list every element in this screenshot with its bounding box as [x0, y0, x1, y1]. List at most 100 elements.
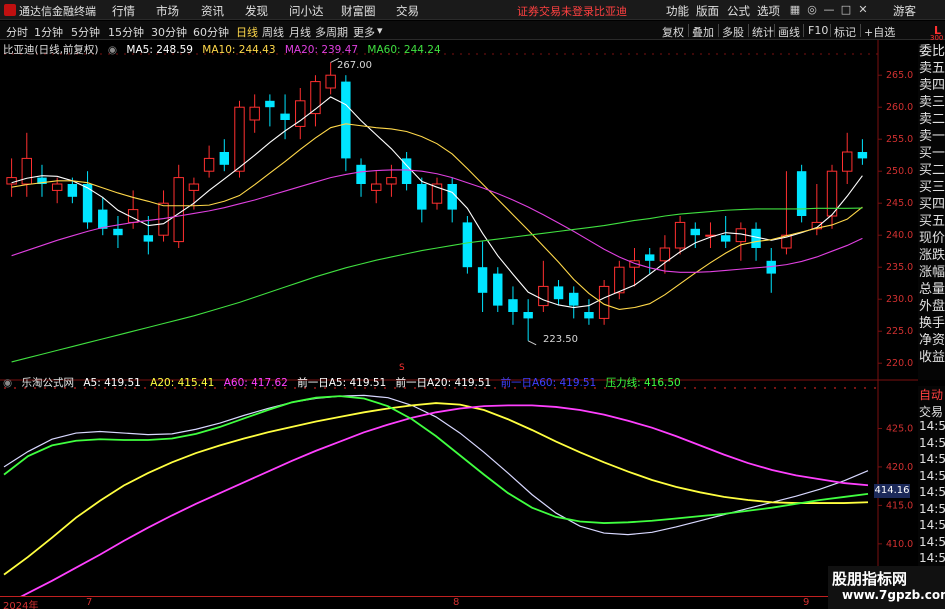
- date-label-aug: 8: [453, 597, 460, 608]
- candle-body: [493, 273, 503, 306]
- ma-line-ma60: [11, 207, 863, 363]
- quote-row-label: 卖五: [919, 61, 945, 76]
- trade-row-label: 14:56: [919, 419, 945, 433]
- period-tab-1min[interactable]: 1分钟: [34, 24, 63, 40]
- candle-body: [325, 74, 336, 89]
- menu-item-zixun[interactable]: 资讯: [201, 3, 224, 19]
- minimize-button[interactable]: —: [822, 3, 836, 17]
- price-tick-label: 265.0: [886, 70, 913, 81]
- menu-item-gongshi[interactable]: 公式: [727, 3, 750, 19]
- period-tab-30min[interactable]: 30分钟: [151, 24, 187, 40]
- watermark: 股朋指标网 www.7gpzb.com: [828, 566, 945, 609]
- menu-item-gongneng[interactable]: 功能: [666, 3, 689, 19]
- price-tick-label: 260.0: [886, 102, 913, 113]
- period-tab-monthly[interactable]: 月线: [289, 24, 311, 40]
- candle-body: [6, 177, 17, 185]
- candle-body: [234, 106, 245, 172]
- menu-item-xuanxiang[interactable]: 选项: [757, 3, 780, 19]
- candle-body: [674, 221, 686, 249]
- toolbar-divider: [803, 24, 804, 37]
- price-axis: 265.0 260.0 255.0 250.0 245.0 240.0 235.0 230.0…: [878, 70, 913, 550]
- maximize-button[interactable]: □: [839, 3, 853, 17]
- period-tab-60min[interactable]: 60分钟: [193, 24, 229, 40]
- date-label-sep: 9: [803, 597, 810, 608]
- indicator-tick-label: 425.0: [886, 423, 913, 434]
- period-tab-5min[interactable]: 5分钟: [71, 24, 100, 40]
- candle-body: [113, 228, 123, 236]
- period-tab-15min[interactable]: 15分钟: [108, 24, 144, 40]
- price-tick-label: 245.0: [886, 198, 913, 209]
- quote-row-label: 净资: [919, 333, 945, 348]
- moving-average-series: [11, 57, 863, 363]
- menu-item-faxian[interactable]: 发现: [245, 3, 268, 19]
- trade-row-label: 14:56: [919, 551, 945, 565]
- candle-body: [538, 285, 549, 307]
- settings-icon[interactable]: ◎: [805, 3, 819, 17]
- close-button[interactable]: ✕: [856, 3, 870, 17]
- visitor-label[interactable]: 游客: [893, 3, 916, 19]
- period-tab-weekly[interactable]: 周线: [262, 24, 284, 40]
- candle-body: [826, 170, 838, 217]
- period-tab-daily[interactable]: 日线: [236, 24, 258, 40]
- candle-body: [143, 235, 154, 242]
- candlestick-series: [6, 62, 868, 341]
- quote-row-label: 卖一: [919, 129, 945, 144]
- trade-row-label: 14:56: [919, 485, 945, 499]
- chart-area[interactable]: 265.0 260.0 255.0 250.0 245.0 240.0 235.0 230.0…: [0, 40, 918, 596]
- menu-item-hangqing[interactable]: 行情: [112, 3, 135, 19]
- tool-tongji[interactable]: 统计: [752, 24, 774, 40]
- period-tab-more[interactable]: 更多: [353, 24, 375, 40]
- grid-icon[interactable]: ▦: [788, 3, 802, 17]
- tool-fuquan[interactable]: 复权: [662, 24, 684, 40]
- indicator-line-a20: [3, 402, 869, 576]
- candle-body: [462, 222, 473, 268]
- period-tab-multi[interactable]: 多周期: [315, 24, 348, 40]
- menu-item-jiaoyi[interactable]: 交易: [396, 3, 419, 19]
- legend-prev-a20: 前一日A20: 419.51: [395, 377, 492, 389]
- price-tick-label: 230.0: [886, 294, 913, 305]
- menu-item-banmian[interactable]: 版面: [696, 3, 719, 19]
- date-label-jul: 7: [86, 597, 93, 608]
- quote-panel: 委比 卖五 卖四 卖三 卖二 卖一 买一 买二 买三 买四 买五 现价 涨跌 涨幅 总量 外盘 换手 净资 收益: [918, 44, 945, 380]
- indicator-legend: ◉ 乐淘公式网 A5: 419.51 A20: 415.41 A60: 417.…: [0, 375, 687, 389]
- tool-duogu[interactable]: 多股: [722, 24, 744, 40]
- tool-biaoji[interactable]: 标记: [834, 24, 856, 40]
- indicator-title[interactable]: 乐淘公式网: [22, 377, 75, 389]
- indicator-series: [3, 394, 869, 596]
- candle-body: [21, 157, 32, 185]
- quote-row-label: 卖三: [919, 95, 945, 110]
- app-title: 通达信金融终端: [19, 5, 96, 18]
- tool-huaxian[interactable]: 画线: [778, 24, 800, 40]
- indicator-dropdown-icon[interactable]: ◉: [3, 377, 12, 389]
- dropdown-icon[interactable]: ◉: [108, 44, 117, 56]
- indicator-tick-label: 415.0: [886, 500, 913, 511]
- candle-body: [690, 228, 700, 236]
- menu-item-caifuquan[interactable]: 财富圈: [341, 3, 376, 19]
- candle-body: [644, 254, 655, 261]
- candle-body: [67, 184, 78, 197]
- trade-row-label: 自动: [919, 388, 944, 402]
- menu-item-shichang[interactable]: 市场: [156, 3, 179, 19]
- tool-f10[interactable]: F10: [808, 24, 828, 37]
- status-sub: 300: [930, 34, 944, 42]
- ma-line-ma10: [11, 123, 863, 311]
- legend-a60: A60: 417.62: [223, 377, 288, 389]
- stock-name-title: 比亚迪: [594, 5, 627, 18]
- tool-add-watchlist[interactable]: +自选: [864, 24, 895, 40]
- tool-diejia[interactable]: 叠加: [692, 24, 714, 40]
- menu-bar: 通达信金融终端 行情 市场 资讯 发现 问小达 财富圈 交易 证券交易未登录 比…: [0, 0, 945, 20]
- login-notice[interactable]: 证券交易未登录: [517, 3, 594, 19]
- legend-ma5: MA5: 248.59: [126, 44, 193, 56]
- legend-prev-a60: 前一日A60: 419.51: [500, 377, 597, 389]
- candle-body: [857, 152, 868, 159]
- period-tab-fenshi[interactable]: 分时: [6, 24, 28, 40]
- indicator-tick-label: 420.0: [886, 462, 913, 473]
- date-axis: 2024年 7 8 9: [0, 596, 918, 609]
- quote-row-label: 涨跌: [919, 248, 945, 263]
- candle-body: [553, 286, 564, 300]
- menu-item-wenxiaoda[interactable]: 问小达: [289, 3, 324, 19]
- chevron-down-icon[interactable]: ▾: [377, 24, 383, 37]
- candle-body: [569, 292, 579, 306]
- toolbar-divider: [774, 24, 775, 37]
- candle-body: [842, 151, 853, 172]
